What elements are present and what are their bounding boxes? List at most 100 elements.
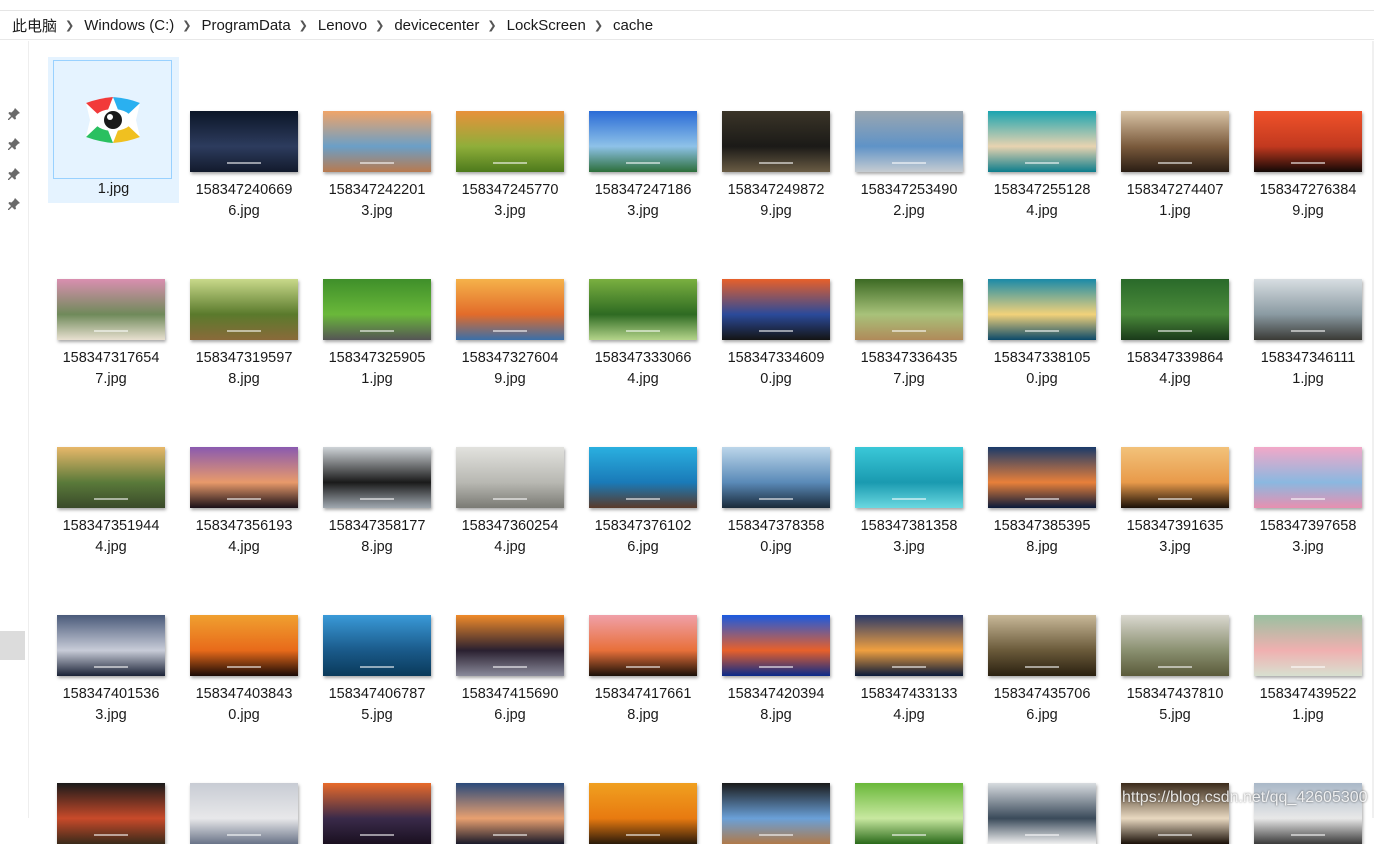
thumbnail-caption-strip bbox=[1024, 666, 1060, 669]
file-name-line-2: 1.jpg bbox=[1292, 371, 1324, 387]
image-thumbnail[interactable] bbox=[722, 615, 830, 676]
file-name-line-1: 158347253490 bbox=[860, 182, 958, 198]
thumbnail-caption-strip bbox=[758, 666, 794, 669]
thumbnail-caption-strip bbox=[891, 330, 927, 333]
image-thumbnail[interactable] bbox=[57, 279, 165, 340]
image-thumbnail[interactable] bbox=[1121, 447, 1229, 508]
file-name-line-2: 5.jpg bbox=[361, 707, 393, 723]
image-thumbnail[interactable] bbox=[323, 615, 431, 676]
file-name-line-2: 2.jpg bbox=[893, 203, 925, 219]
file-name-line-1: 158347240669 bbox=[195, 182, 293, 198]
image-thumbnail[interactable] bbox=[190, 447, 298, 508]
image-thumbnail[interactable] bbox=[722, 783, 830, 844]
file-name-line-1: 158347381358 bbox=[860, 518, 958, 534]
file-name-line-2: 3.jpg bbox=[95, 707, 127, 723]
thumbnail-caption-strip bbox=[891, 834, 927, 837]
image-thumbnail[interactable] bbox=[589, 279, 697, 340]
image-thumbnail[interactable] bbox=[1254, 615, 1362, 676]
image-thumbnail[interactable] bbox=[456, 111, 564, 172]
image-thumbnail[interactable] bbox=[323, 111, 431, 172]
image-thumbnail[interactable] bbox=[57, 447, 165, 508]
file-name-line-1: 158347391635 bbox=[1126, 518, 1224, 534]
file-name-line-2: 4.jpg bbox=[893, 707, 925, 723]
thumbnail-caption-strip bbox=[758, 834, 794, 837]
thumbnail-caption-strip bbox=[226, 330, 262, 333]
image-thumbnail[interactable] bbox=[1254, 111, 1362, 172]
image-thumbnail[interactable] bbox=[988, 111, 1096, 172]
image-thumbnail[interactable] bbox=[1254, 447, 1362, 508]
image-thumbnail[interactable] bbox=[190, 783, 298, 844]
image-thumbnail[interactable] bbox=[855, 615, 963, 676]
file-name: 158347245770 3.jpg bbox=[442, 180, 578, 222]
thumbnail-caption-strip bbox=[1024, 498, 1060, 501]
thumbnail-caption-strip bbox=[93, 498, 129, 501]
file-name-line-1: 158347319597 bbox=[195, 350, 293, 366]
file-name-line-2: 1.jpg bbox=[1292, 707, 1324, 723]
image-thumbnail[interactable] bbox=[855, 111, 963, 172]
thumbnail-caption-strip bbox=[625, 162, 661, 165]
file-name: 158347401536 3.jpg bbox=[43, 684, 179, 726]
thumbnail-caption-strip bbox=[625, 834, 661, 837]
file-name: 158347378358 0.jpg bbox=[708, 516, 844, 558]
image-thumbnail[interactable] bbox=[323, 279, 431, 340]
thumbnail-caption-strip bbox=[226, 834, 262, 837]
image-thumbnail[interactable] bbox=[855, 783, 963, 844]
file-name: 158347360254 4.jpg bbox=[442, 516, 578, 558]
file-name-line-1: 158347274407 bbox=[1126, 182, 1224, 198]
image-thumbnail[interactable] bbox=[988, 783, 1096, 844]
thumbnail-caption-strip bbox=[1290, 498, 1326, 501]
image-thumbnail[interactable] bbox=[1254, 279, 1362, 340]
image-thumbnail[interactable] bbox=[456, 615, 564, 676]
file-name: 158347435706 6.jpg bbox=[974, 684, 1110, 726]
image-thumbnail[interactable] bbox=[589, 615, 697, 676]
file-name: 158347391635 3.jpg bbox=[1107, 516, 1243, 558]
image-thumbnail[interactable] bbox=[988, 615, 1096, 676]
image-thumbnail[interactable] bbox=[1121, 615, 1229, 676]
file-name: 158347336435 7.jpg bbox=[841, 348, 977, 390]
thumbnail-caption-strip bbox=[226, 162, 262, 165]
image-thumbnail[interactable] bbox=[722, 447, 830, 508]
thumbnail-caption-strip bbox=[359, 666, 395, 669]
file-name-line-1: 158347346111 bbox=[1260, 350, 1356, 366]
file-name-line-2: 8.jpg bbox=[361, 539, 393, 555]
image-thumbnail[interactable] bbox=[722, 111, 830, 172]
image-thumbnail[interactable] bbox=[988, 279, 1096, 340]
file-name: 158347319597 8.jpg bbox=[176, 348, 312, 390]
file-name-line-2: 7.jpg bbox=[893, 371, 925, 387]
file-name-line-2: 3.jpg bbox=[1159, 539, 1191, 555]
image-thumbnail[interactable] bbox=[855, 447, 963, 508]
image-thumbnail[interactable] bbox=[589, 447, 697, 508]
image-thumbnail[interactable] bbox=[57, 615, 165, 676]
image-thumbnail[interactable] bbox=[456, 783, 564, 844]
thumbnail-caption-strip bbox=[891, 666, 927, 669]
thumbnail-caption-strip bbox=[1024, 834, 1060, 837]
file-name: 158347356193 4.jpg bbox=[176, 516, 312, 558]
file-name-line-1: 158347439522 bbox=[1259, 686, 1357, 702]
thumbnail-caption-strip bbox=[1157, 330, 1193, 333]
file-name-line-2: 5.jpg bbox=[1159, 707, 1191, 723]
thumbnail-caption-strip bbox=[492, 666, 528, 669]
image-thumbnail[interactable] bbox=[722, 279, 830, 340]
image-thumbnail[interactable] bbox=[190, 279, 298, 340]
image-thumbnail[interactable] bbox=[323, 783, 431, 844]
image-thumbnail[interactable] bbox=[988, 447, 1096, 508]
image-thumbnail[interactable] bbox=[855, 279, 963, 340]
image-thumbnail[interactable] bbox=[190, 615, 298, 676]
file-name: 158347403843 0.jpg bbox=[176, 684, 312, 726]
file-name-line-2: 8.jpg bbox=[627, 707, 659, 723]
thumbnail-caption-strip bbox=[359, 498, 395, 501]
image-thumbnail[interactable] bbox=[323, 447, 431, 508]
image-thumbnail[interactable] bbox=[1121, 279, 1229, 340]
image-thumbnail[interactable] bbox=[1121, 111, 1229, 172]
file-name-line-2: 1.jpg bbox=[361, 371, 393, 387]
image-thumbnail[interactable] bbox=[589, 783, 697, 844]
image-thumbnail[interactable] bbox=[456, 447, 564, 508]
file-name-line-2: 6.jpg bbox=[627, 539, 659, 555]
image-thumbnail[interactable] bbox=[456, 279, 564, 340]
image-thumbnail[interactable] bbox=[190, 111, 298, 172]
image-thumbnail[interactable] bbox=[57, 783, 165, 844]
file-name-line-1: 158347334609 bbox=[727, 350, 825, 366]
file-name-line-1: 158347437810 bbox=[1126, 686, 1224, 702]
image-thumbnail[interactable] bbox=[589, 111, 697, 172]
file-name-line-2: 9.jpg bbox=[1292, 203, 1324, 219]
